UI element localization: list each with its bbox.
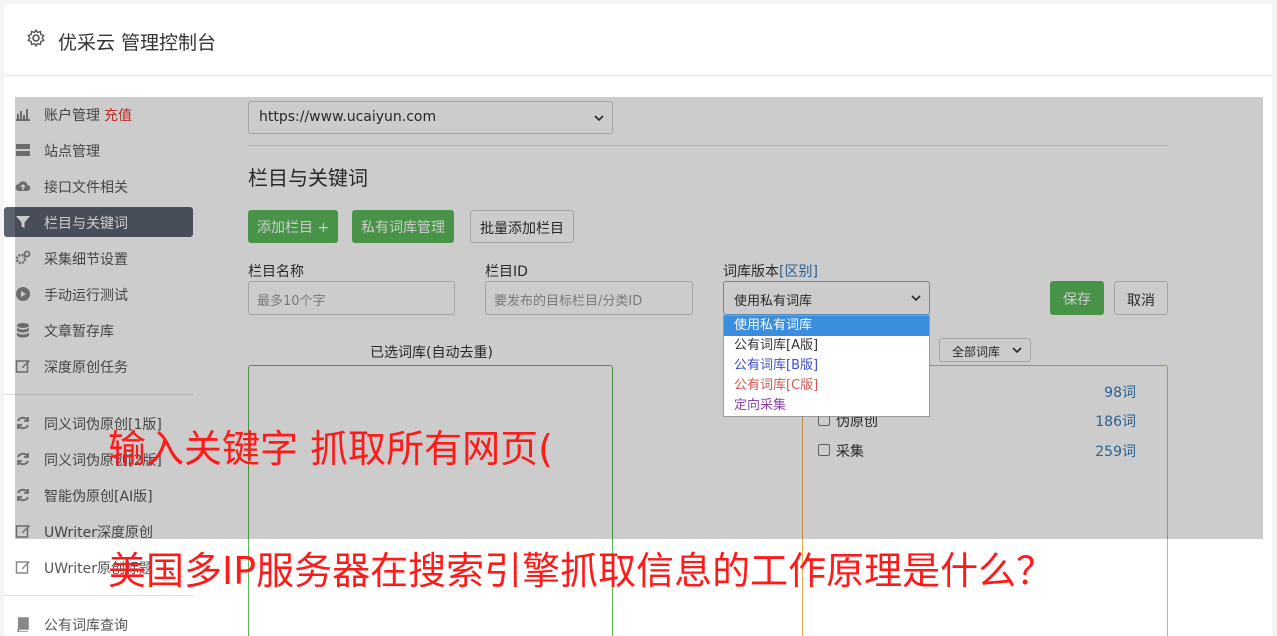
lib-version-text: 词库版本 xyxy=(723,264,779,280)
sidebar-item-interface-files[interactable]: 接口文件相关 xyxy=(4,171,193,201)
server-icon xyxy=(16,144,30,156)
lib-option-directed[interactable]: 定向采集 xyxy=(724,396,929,416)
column-name-input[interactable]: 最多10个字 xyxy=(248,281,455,315)
sidebar-divider xyxy=(4,394,193,395)
recharge-link[interactable]: 充值 xyxy=(104,108,132,124)
database-icon xyxy=(17,323,29,338)
sidebar-item-label: 手动运行测试 xyxy=(44,288,128,304)
bar-chart-icon xyxy=(16,109,30,121)
lib-filter-select[interactable]: 全部词库 xyxy=(939,338,1031,362)
refresh-icon xyxy=(17,416,29,430)
gear-icon xyxy=(27,29,45,47)
selected-lib-label: 已选词库(自动去重) xyxy=(370,345,493,361)
lib-option-public-c[interactable]: 公有词库[C版] xyxy=(724,376,929,396)
refresh-icon xyxy=(17,452,29,466)
column-name-label: 栏目名称 xyxy=(248,264,304,280)
save-button[interactable]: 保存 xyxy=(1050,281,1104,315)
filter-icon xyxy=(16,216,30,228)
cloud-upload-icon xyxy=(15,181,31,192)
lib-filter-value: 全部词库 xyxy=(952,345,1001,359)
column-id-input[interactable]: 要发布的目标栏目/分类ID xyxy=(485,281,693,315)
lib-name: 采集 xyxy=(836,444,864,460)
edit-icon xyxy=(15,360,30,373)
section-divider xyxy=(248,145,1168,146)
sidebar-item-columns-keywords[interactable]: 栏目与关键词 xyxy=(4,207,193,237)
lib-version-dropdown[interactable]: 使用私有词库 公有词库[A版] 公有词库[B版] 公有词库[C版] 定向采集 xyxy=(723,315,930,417)
play-circle-icon xyxy=(16,287,30,301)
console-header: 优采云 管理控制台 xyxy=(4,4,1272,76)
sidebar-item-sites[interactable]: 站点管理 xyxy=(4,135,193,165)
site-select-value: https://www.ucaiyun.com xyxy=(259,109,437,125)
lib-version-value: 使用私有词库 xyxy=(734,294,813,309)
lib-option-private[interactable]: 使用私有词库 xyxy=(724,316,929,336)
sidebar-item-public-lib-query[interactable]: 公有词库查询 xyxy=(4,609,193,636)
sidebar-item-label: 文章暂存库 xyxy=(44,324,114,340)
sidebar-item-label: 深度原创任务 xyxy=(44,360,128,376)
sidebar-item-label: 公有词库查询 xyxy=(44,618,128,634)
column-id-label: 栏目ID xyxy=(485,264,528,280)
sidebar-item-label: 账户管理 xyxy=(44,108,100,124)
chevron-down-icon xyxy=(594,114,604,121)
lib-diff-link[interactable]: [区别] xyxy=(779,264,818,280)
selected-lib-box[interactable] xyxy=(248,365,613,636)
lib-checkbox[interactable] xyxy=(818,444,830,456)
sidebar-item-label: 接口文件相关 xyxy=(44,180,128,196)
section-title: 栏目与关键词 xyxy=(248,166,368,190)
chevron-down-icon xyxy=(911,295,921,302)
sidebar-item-label: 智能伪原创[AI版] xyxy=(44,489,153,505)
edit-icon xyxy=(15,561,30,574)
cancel-button[interactable]: 取消 xyxy=(1114,281,1168,315)
sidebar-item-label: 站点管理 xyxy=(44,144,100,160)
lib-version-label: 词库版本[区别] xyxy=(723,261,818,281)
sidebar-item-deep-original[interactable]: 深度原创任务 xyxy=(4,351,193,381)
lib-option-public-a[interactable]: 公有词库[A版] xyxy=(724,336,929,356)
caption-line-2: 美国多IP服务器在搜索引擎抓取信息的工作原理是什么？ xyxy=(108,549,1055,593)
list-item[interactable]: 采集 259词 xyxy=(818,440,1150,462)
sidebar-item-ai-rewrite[interactable]: 智能伪原创[AI版] xyxy=(4,480,193,510)
sidebar-item-manual-test[interactable]: 手动运行测试 xyxy=(4,279,193,309)
lib-count: 186词 xyxy=(1095,414,1136,430)
sidebar-item-label: 栏目与关键词 xyxy=(44,216,128,232)
private-lib-button[interactable]: 私有词库管理 xyxy=(352,210,454,243)
add-column-button[interactable]: 添加栏目 + xyxy=(248,210,339,243)
sidebar-item-article-store[interactable]: 文章暂存库 xyxy=(4,315,193,345)
site-select[interactable]: https://www.ucaiyun.com xyxy=(248,101,613,134)
sidebar-item-collect-settings[interactable]: 采集细节设置 xyxy=(4,243,193,273)
refresh-icon xyxy=(17,488,29,502)
caption-line-1: 输入关键字 抓取所有网页( xyxy=(108,427,553,471)
sidebar-item-account[interactable]: 账户管理 充值 xyxy=(4,99,193,129)
lib-option-public-b[interactable]: 公有词库[B版] xyxy=(724,356,929,376)
page-title: 优采云 管理控制台 xyxy=(58,32,217,54)
batch-add-column-button[interactable]: 批量添加栏目 xyxy=(470,210,574,243)
sidebar-item-label: 采集细节设置 xyxy=(44,252,128,268)
sidebar-divider xyxy=(4,595,193,596)
sidebar-item-label: UWriter深度原创 xyxy=(44,525,153,541)
lib-count: 259词 xyxy=(1095,444,1136,460)
cogs-icon xyxy=(15,250,31,265)
book-icon xyxy=(17,617,29,632)
chevron-down-icon xyxy=(1012,347,1022,354)
lib-version-select[interactable]: 使用私有词库 xyxy=(723,281,930,315)
lib-count: 98词 xyxy=(1104,385,1136,401)
edit-icon xyxy=(15,525,30,538)
